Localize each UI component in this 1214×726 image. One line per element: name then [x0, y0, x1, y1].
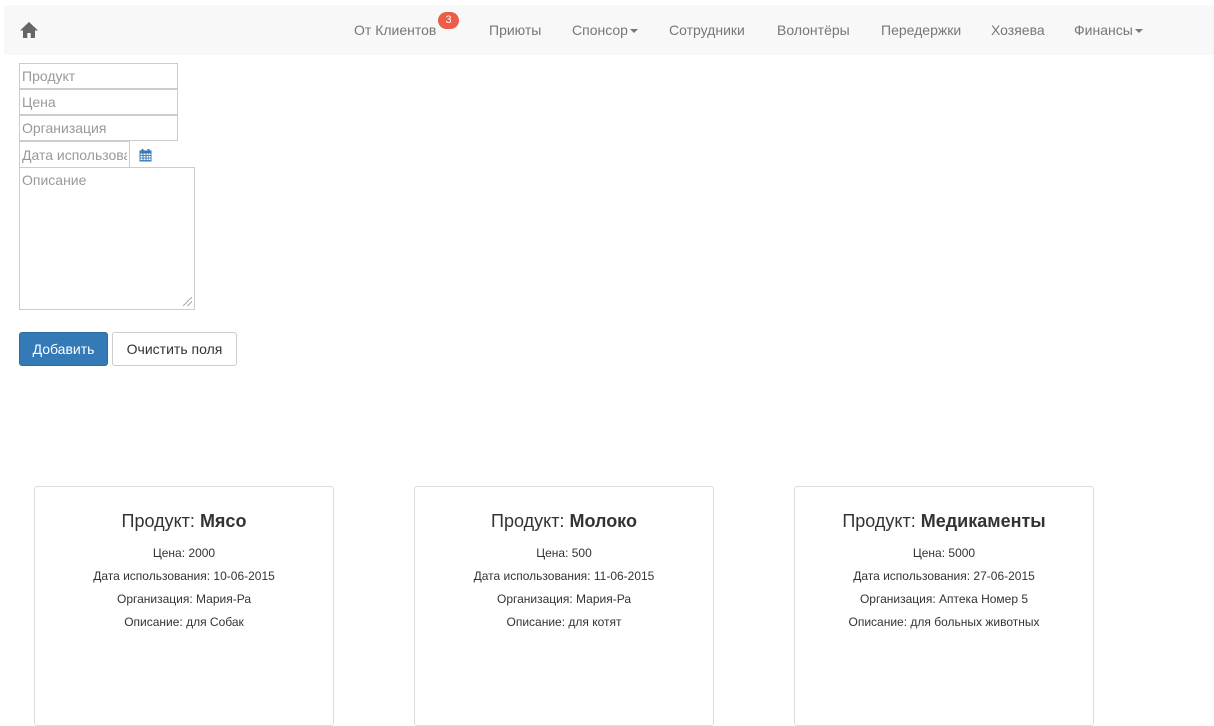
- card-description: Описание: для котят: [415, 616, 713, 628]
- card-organization: Организация: Мария-Ра: [415, 593, 713, 605]
- product-name: Молоко: [569, 511, 637, 531]
- card-price: Цена: 5000: [795, 547, 1093, 559]
- card-price: Цена: 2000: [35, 547, 333, 559]
- card-date: Дата использования: 27-06-2015: [795, 570, 1093, 582]
- card-price: Цена: 500: [415, 547, 713, 559]
- organization-input[interactable]: [19, 115, 178, 141]
- product-card: Продукт: Медикаменты Цена: 5000 Дата исп…: [794, 486, 1094, 726]
- nav-item-label: От Клиентов: [354, 22, 437, 38]
- nav-item-shelters[interactable]: Приюты: [489, 22, 541, 38]
- nav-item-owners[interactable]: Хозяева: [991, 22, 1045, 38]
- date-label: Дата использования:: [853, 569, 971, 583]
- nav-item-from-clients[interactable]: От Клиентов: [354, 22, 436, 38]
- price-label: Цена:: [152, 546, 186, 560]
- description-value: для котят: [568, 615, 622, 629]
- organization-label: Организация:: [116, 592, 193, 606]
- nav-item-label: Волонтёры: [777, 22, 850, 38]
- calendar-icon[interactable]: [139, 149, 152, 162]
- nav-item-foster[interactable]: Передержки: [881, 22, 961, 38]
- card-title: Продукт: Мясо: [35, 511, 333, 531]
- nav-item-label: Сотрудники: [669, 22, 745, 38]
- date-value: 27-06-2015: [973, 569, 1035, 583]
- organization-value: Аптека Номер 5: [939, 592, 1029, 606]
- nav-item-label: Хозяева: [991, 22, 1045, 38]
- nav-item-label: Передержки: [881, 22, 962, 38]
- product-card: Продукт: Мясо Цена: 2000 Дата использова…: [34, 486, 334, 726]
- card-date: Дата использования: 11-06-2015: [415, 570, 713, 582]
- product-input[interactable]: [19, 63, 178, 89]
- product-label: Продукт:: [121, 511, 195, 531]
- card-title: Продукт: Медикаменты: [795, 511, 1093, 531]
- nav-item-label: Финансы: [1074, 22, 1133, 38]
- caret-down-icon: [1134, 29, 1143, 34]
- date-label: Дата использования:: [473, 569, 591, 583]
- description-value: для Собак: [186, 615, 244, 629]
- price-value: 500: [571, 546, 592, 560]
- organization-label: Организация:: [496, 592, 573, 606]
- product-card: Продукт: Молоко Цена: 500 Дата использов…: [414, 486, 714, 726]
- description-textarea[interactable]: [19, 167, 195, 310]
- nav-item-label: Приюты: [489, 22, 542, 38]
- organization-value: Мария-Ра: [576, 592, 632, 606]
- card-organization: Организация: Аптека Номер 5: [795, 593, 1093, 605]
- description-label: Описание:: [848, 615, 908, 629]
- date-input[interactable]: [19, 141, 130, 168]
- price-value: 5000: [948, 546, 976, 560]
- clear-fields-button[interactable]: Очистить поля: [112, 332, 237, 366]
- product-name: Мясо: [199, 511, 247, 531]
- card-title: Продукт: Молоко: [415, 511, 713, 531]
- nav-item-sponsor[interactable]: Спонсор: [572, 22, 638, 38]
- nav-item-label: Спонсор: [572, 22, 628, 38]
- nav-item-finance[interactable]: Финансы: [1074, 22, 1143, 38]
- price-input[interactable]: [19, 89, 178, 115]
- add-button[interactable]: Добавить: [19, 332, 108, 366]
- notification-badge: 3: [438, 12, 459, 29]
- product-label: Продукт:: [491, 511, 565, 531]
- nav-item-volunteers[interactable]: Волонтёры: [777, 22, 850, 38]
- caret-down-icon: [629, 29, 638, 34]
- card-date: Дата использования: 10-06-2015: [35, 570, 333, 582]
- price-label: Цена:: [536, 546, 569, 560]
- resize-handle[interactable]: [183, 297, 192, 306]
- date-label: Дата использования:: [93, 569, 211, 583]
- card-organization: Организация: Мария-Ра: [35, 593, 333, 605]
- organization-value: Мария-Ра: [196, 592, 252, 606]
- product-label: Продукт:: [842, 511, 916, 531]
- top-navbar: От Клиентов 3 Приюты Спонсор Сотрудники …: [4, 5, 1214, 55]
- price-value: 2000: [188, 546, 216, 560]
- card-description: Описание: для Собак: [35, 616, 333, 628]
- price-label: Цена:: [912, 546, 946, 560]
- description-label: Описание:: [124, 615, 183, 629]
- home-icon[interactable]: [19, 20, 39, 40]
- description-value: для больных животных: [910, 615, 1040, 629]
- nav-item-employees[interactable]: Сотрудники: [669, 22, 745, 38]
- date-value: 10-06-2015: [213, 569, 275, 583]
- description-label: Описание:: [506, 615, 566, 629]
- organization-label: Организация:: [859, 592, 936, 606]
- date-value: 11-06-2015: [593, 569, 655, 583]
- product-name: Медикаменты: [920, 511, 1046, 531]
- card-description: Описание: для больных животных: [795, 616, 1093, 628]
